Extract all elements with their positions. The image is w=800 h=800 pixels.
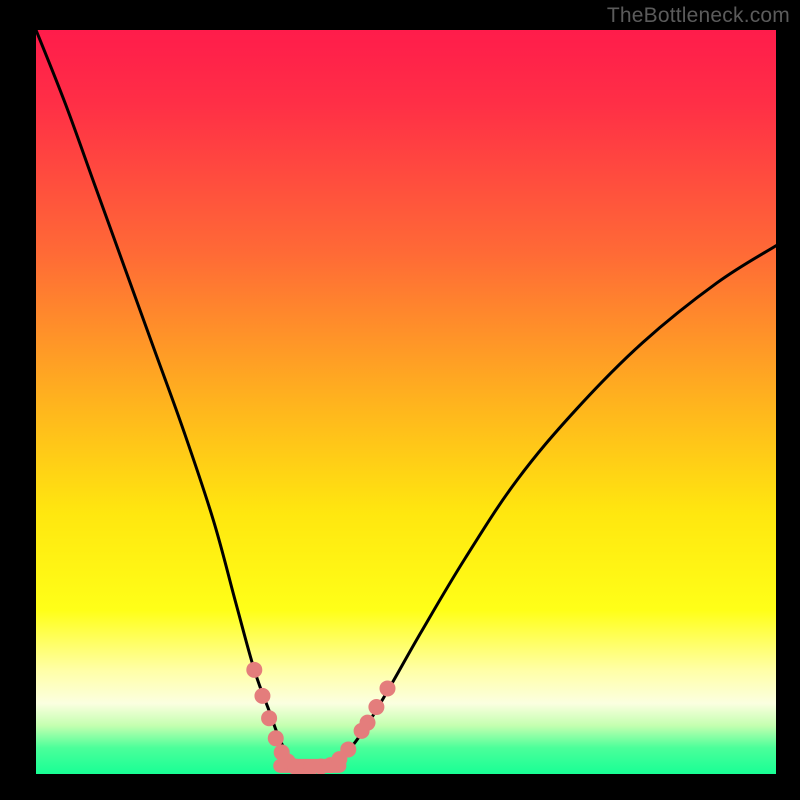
marker-dot: [360, 715, 376, 731]
gradient-background: [36, 30, 776, 774]
marker-dot: [254, 688, 270, 704]
chart-frame: TheBottleneck.com: [0, 0, 800, 800]
marker-dot: [368, 699, 384, 715]
marker-dot: [246, 662, 262, 678]
marker-dot: [380, 680, 396, 696]
marker-dot: [340, 741, 356, 757]
marker-dot: [268, 730, 284, 746]
chart-canvas: [0, 0, 800, 800]
marker-dot: [261, 710, 277, 726]
